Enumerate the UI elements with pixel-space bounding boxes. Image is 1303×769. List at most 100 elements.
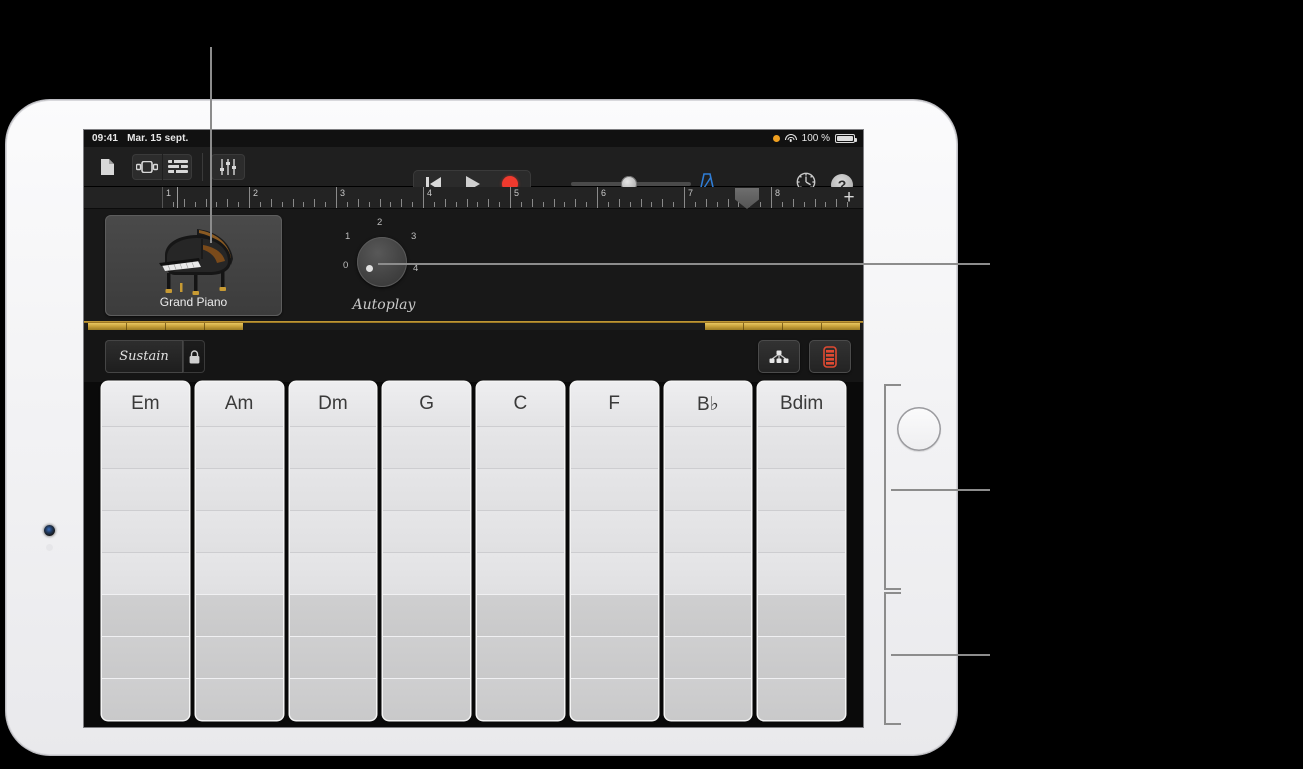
bass-strip-row[interactable]	[758, 678, 845, 720]
chord-strip-row[interactable]	[477, 552, 564, 594]
chord-strips-icon	[823, 345, 837, 368]
chord-strip[interactable]: G	[383, 382, 470, 720]
bass-strip-row[interactable]	[289, 594, 377, 636]
chord-strip[interactable]: Am	[195, 382, 283, 720]
instrument-panel: Grand Piano 2 1 3 0 4 Autoplay	[84, 209, 863, 323]
chord-strip-row[interactable]	[758, 510, 845, 552]
chord-strip-row[interactable]	[477, 510, 564, 552]
chord-strip-label[interactable]: F	[570, 382, 658, 426]
autoplay-value-0[interactable]: 0	[343, 260, 348, 271]
chord-strip-label[interactable]: B♭	[664, 382, 752, 426]
ruler-tick	[727, 199, 729, 207]
chord-strip[interactable]: B♭	[664, 382, 752, 720]
autoplay-knob[interactable]	[357, 237, 407, 287]
bass-strip-row[interactable]	[102, 594, 189, 636]
chord-strip[interactable]: Dm	[289, 382, 377, 720]
ruler-tick	[803, 202, 805, 207]
chord-strip-row[interactable]	[758, 426, 845, 468]
autoplay-value-3[interactable]: 3	[411, 231, 416, 242]
bass-strip-row[interactable]	[758, 594, 845, 636]
chord-strip-row[interactable]	[477, 468, 564, 510]
chord-strip-row[interactable]	[758, 552, 845, 594]
chord-strip-row[interactable]	[289, 510, 377, 552]
bass-strip-row[interactable]	[102, 636, 189, 678]
sustain-lock-button[interactable]	[183, 340, 205, 373]
timeline-ruler[interactable]: 1 2 3 4 5 6 7 8 +	[84, 187, 863, 209]
chord-strip-row[interactable]	[570, 426, 658, 468]
ruler-tick	[651, 202, 653, 207]
sustain-button[interactable]: Sustain	[105, 340, 183, 373]
bass-strip-row[interactable]	[758, 636, 845, 678]
chord-strips-button[interactable]	[809, 340, 851, 373]
bass-strip-row[interactable]	[195, 636, 283, 678]
chord-strip-row[interactable]	[477, 426, 564, 468]
chord-strip-label[interactable]: C	[477, 382, 564, 426]
chord-strip-label[interactable]: Bdim	[758, 382, 845, 426]
chord-strip-row[interactable]	[383, 552, 470, 594]
home-button[interactable]	[897, 407, 941, 451]
chord-strip-label[interactable]: Em	[102, 382, 189, 426]
tracks-list-button[interactable]	[162, 153, 192, 180]
chord-strip-row[interactable]	[102, 552, 189, 594]
chord-strip[interactable]: Em	[102, 382, 189, 720]
view-tracks-button[interactable]	[132, 154, 162, 180]
chord-strip-row[interactable]	[195, 426, 283, 468]
bass-strip-row[interactable]	[570, 678, 658, 720]
chord-strip-row[interactable]	[289, 468, 377, 510]
bass-strip-row[interactable]	[664, 594, 752, 636]
chord-strip-label[interactable]: Am	[195, 382, 283, 426]
bass-strip-row[interactable]	[383, 636, 470, 678]
ruler-tick	[499, 202, 501, 207]
chord-strip-row[interactable]	[195, 552, 283, 594]
chord-strip-row[interactable]	[664, 510, 752, 552]
chord-notes-button[interactable]	[758, 340, 800, 373]
chord-strip-row[interactable]	[570, 552, 658, 594]
bass-strip-row[interactable]	[477, 594, 564, 636]
ruler-bar-number: 1	[166, 188, 172, 198]
autoplay-value-1[interactable]: 1	[345, 231, 350, 242]
chord-strip-row[interactable]	[289, 426, 377, 468]
chord-strip-row[interactable]	[102, 468, 189, 510]
chord-strip-row[interactable]	[195, 468, 283, 510]
autoplay-value-2[interactable]: 2	[377, 217, 382, 228]
mixer-button[interactable]	[211, 154, 245, 180]
my-songs-button[interactable]	[92, 154, 122, 180]
toolbar-divider	[202, 152, 203, 181]
bass-strip-row[interactable]	[570, 636, 658, 678]
bass-strip-row[interactable]	[102, 678, 189, 720]
bass-strip-row[interactable]	[289, 636, 377, 678]
bass-strip-row[interactable]	[477, 678, 564, 720]
bass-strip-row[interactable]	[664, 678, 752, 720]
bass-strip-row[interactable]	[664, 636, 752, 678]
chord-strip-row[interactable]	[195, 510, 283, 552]
chord-strip-row[interactable]	[383, 468, 470, 510]
chord-strip[interactable]: F	[570, 382, 658, 720]
chord-strip-row[interactable]	[102, 426, 189, 468]
chord-strip-row[interactable]	[664, 468, 752, 510]
bass-strip-row[interactable]	[195, 678, 283, 720]
bass-strip-row[interactable]	[383, 678, 470, 720]
document-icon	[100, 158, 114, 175]
chord-strip[interactable]: C	[477, 382, 564, 720]
chord-strip-row[interactable]	[664, 552, 752, 594]
bass-strip-row[interactable]	[383, 594, 470, 636]
add-track-button[interactable]: +	[839, 188, 859, 208]
chord-strip[interactable]: Bdim	[758, 382, 845, 720]
chord-strip-row[interactable]	[664, 426, 752, 468]
chord-strip-label[interactable]: Dm	[289, 382, 377, 426]
bass-strip-row[interactable]	[477, 636, 564, 678]
instrument-card[interactable]: Grand Piano	[105, 215, 282, 316]
chord-strip-row[interactable]	[102, 510, 189, 552]
chord-strip-row[interactable]	[758, 468, 845, 510]
bass-strip-row[interactable]	[195, 594, 283, 636]
chord-strip-row[interactable]	[289, 552, 377, 594]
chord-strip-row[interactable]	[383, 510, 470, 552]
bass-strip-row[interactable]	[570, 594, 658, 636]
chord-strip-row[interactable]	[383, 426, 470, 468]
ruler-tick	[238, 202, 240, 207]
wifi-icon	[784, 134, 797, 143]
chord-strip-label[interactable]: G	[383, 382, 470, 426]
chord-strip-row[interactable]	[570, 510, 658, 552]
chord-strip-row[interactable]	[570, 468, 658, 510]
bass-strip-row[interactable]	[289, 678, 377, 720]
